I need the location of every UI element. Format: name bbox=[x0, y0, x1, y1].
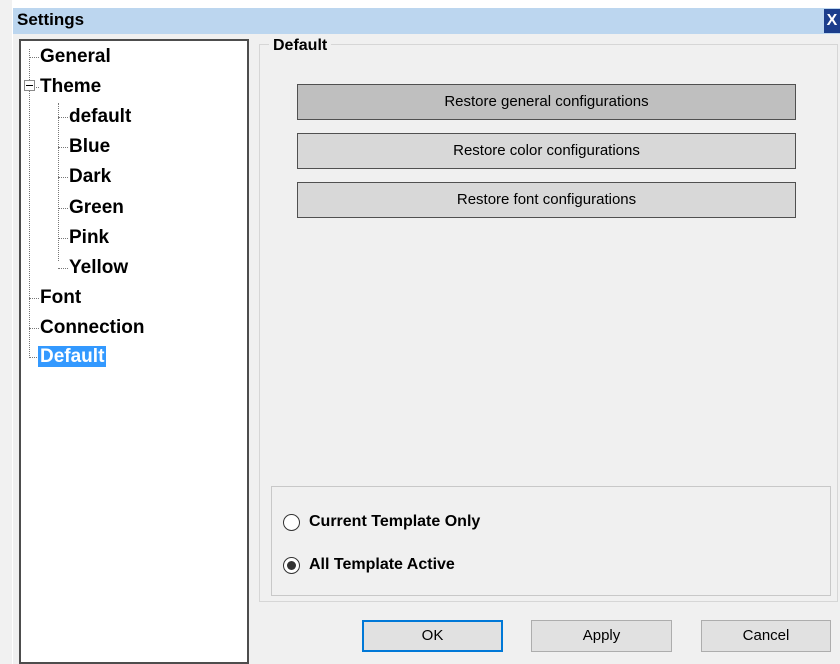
tree-item-general[interactable]: General bbox=[40, 44, 111, 70]
tree-connector bbox=[29, 328, 39, 329]
close-icon: X bbox=[826, 12, 838, 29]
radio-checked-icon[interactable] bbox=[283, 556, 300, 574]
collapse-minus-icon[interactable] bbox=[24, 80, 35, 91]
tree-connector bbox=[29, 57, 39, 58]
tree-item-theme-blue[interactable]: Blue bbox=[69, 134, 110, 160]
tree-connector bbox=[29, 298, 39, 299]
tree-connector bbox=[29, 49, 30, 356]
tree-connector bbox=[58, 238, 68, 239]
settings-tree[interactable]: General Theme default Blue Dark Green Pi… bbox=[19, 39, 249, 664]
tree-item-default[interactable]: Default bbox=[38, 344, 107, 370]
tree-connector bbox=[58, 177, 68, 178]
tree-connector bbox=[58, 147, 68, 148]
window-title: Settings bbox=[17, 10, 85, 29]
background-strip bbox=[0, 0, 12, 664]
restore-color-button[interactable]: Restore color configurations bbox=[297, 133, 796, 169]
restore-font-button[interactable]: Restore font configurations bbox=[297, 182, 796, 218]
restore-general-button[interactable]: Restore general configurations bbox=[297, 84, 796, 120]
tree-connector bbox=[58, 208, 68, 209]
close-button[interactable]: X bbox=[824, 9, 840, 33]
radio-current-template-only[interactable]: Current Template Only bbox=[283, 510, 480, 534]
tree-item-theme-green[interactable]: Green bbox=[69, 195, 124, 221]
radio-all-template-active[interactable]: All Template Active bbox=[283, 553, 455, 577]
tree-connector bbox=[58, 117, 68, 118]
tree-item-theme-default[interactable]: default bbox=[69, 104, 131, 130]
cancel-button[interactable]: Cancel bbox=[701, 620, 831, 652]
tree-item-font[interactable]: Font bbox=[40, 285, 81, 311]
apply-button[interactable]: Apply bbox=[531, 620, 672, 652]
group-title: Default bbox=[269, 37, 332, 55]
tree-item-theme-yellow[interactable]: Yellow bbox=[69, 255, 128, 281]
tree-item-theme-dark[interactable]: Dark bbox=[69, 164, 111, 190]
title-bar[interactable]: Settings X bbox=[13, 8, 840, 34]
tree-item-connection[interactable]: Connection bbox=[40, 315, 145, 341]
ok-button[interactable]: OK bbox=[362, 620, 503, 652]
template-scope-group bbox=[271, 486, 831, 596]
tree-item-theme[interactable]: Theme bbox=[40, 74, 101, 100]
settings-window: Settings X General Theme default Blue Da… bbox=[13, 8, 840, 664]
radio-unchecked-icon[interactable] bbox=[283, 513, 300, 531]
tree-connector bbox=[58, 268, 68, 269]
tree-item-theme-pink[interactable]: Pink bbox=[69, 225, 109, 251]
